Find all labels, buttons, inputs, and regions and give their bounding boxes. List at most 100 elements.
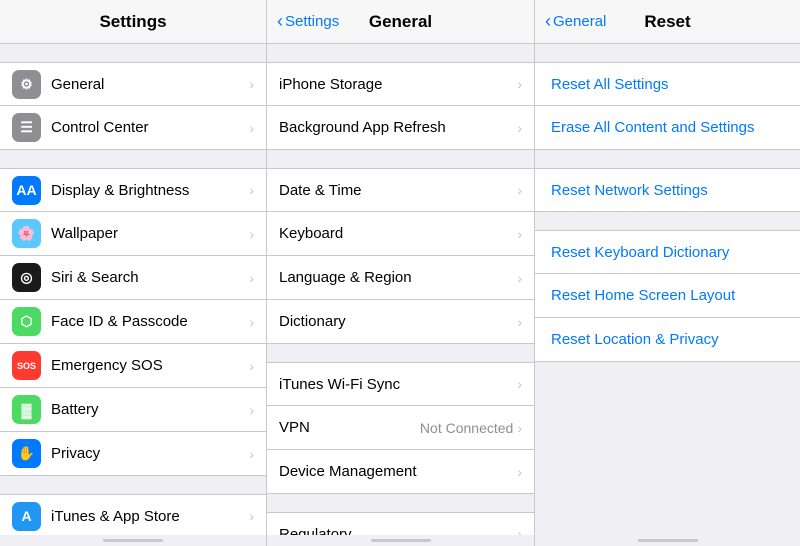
item-label: Device Management xyxy=(279,463,517,480)
chevron-right-icon: › xyxy=(249,446,254,462)
reset-panel: ‹ General Reset Reset All Settings Erase … xyxy=(535,0,800,546)
settings-panel: Settings ⚙General›☰Control Center›AADisp… xyxy=(0,0,267,546)
reset-item-reset-all-settings[interactable]: Reset All Settings xyxy=(535,62,800,106)
reset-list: Reset All Settings Erase All Content and … xyxy=(535,44,800,535)
chevron-right-icon: › xyxy=(249,182,254,198)
settings-header: Settings xyxy=(0,0,266,44)
reset-item-label: Reset Network Settings xyxy=(551,182,708,199)
chevron-right-icon: › xyxy=(517,120,522,136)
general-item-keyboard[interactable]: Keyboard› xyxy=(267,212,534,256)
item-label: Keyboard xyxy=(279,225,517,242)
chevron-right-icon: › xyxy=(249,358,254,374)
sidebar-item-wallpaper[interactable]: 🌸Wallpaper› xyxy=(0,212,266,256)
sidebar-item-control-center[interactable]: ☰Control Center› xyxy=(0,106,266,150)
chevron-right-icon: › xyxy=(249,76,254,92)
chevron-right-icon: › xyxy=(517,376,522,392)
general-item-vpn[interactable]: VPNNot Connected› xyxy=(267,406,534,450)
general-item-regulatory[interactable]: Regulatory› xyxy=(267,512,534,535)
reset-item-label: Reset All Settings xyxy=(551,76,669,93)
reset-item-reset-home-screen-layout[interactable]: Reset Home Screen Layout xyxy=(535,274,800,318)
chevron-right-icon: › xyxy=(249,120,254,136)
general-title: General xyxy=(369,12,432,32)
itunes-appstore-label: iTunes & App Store xyxy=(51,508,249,525)
reset-item-label: Reset Location & Privacy xyxy=(551,331,719,348)
emergency-sos-label: Emergency SOS xyxy=(51,357,249,374)
item-label: iTunes Wi-Fi Sync xyxy=(279,376,517,393)
general-back[interactable]: ‹ Settings xyxy=(277,11,339,32)
item-value: Not Connected xyxy=(420,420,513,436)
siri-search-label: Siri & Search xyxy=(51,269,249,286)
sidebar-item-battery[interactable]: ▓ Battery› xyxy=(0,388,266,432)
emergency-sos-icon: SOS xyxy=(12,351,41,380)
item-label: Regulatory xyxy=(279,526,517,536)
chevron-right-icon: › xyxy=(249,314,254,330)
privacy-icon: ✋ xyxy=(12,439,41,468)
chevron-right-icon: › xyxy=(517,270,522,286)
item-label: Background App Refresh xyxy=(279,119,517,136)
sidebar-item-itunes-appstore[interactable]: AiTunes & App Store› xyxy=(0,494,266,535)
sidebar-item-privacy[interactable]: ✋ Privacy› xyxy=(0,432,266,476)
siri-search-icon: ◎ xyxy=(12,263,41,292)
item-label: iPhone Storage xyxy=(279,76,517,93)
settings-title: Settings xyxy=(99,12,166,32)
general-list: iPhone Storage›Background App Refresh›Da… xyxy=(267,44,534,535)
general-back-label: Settings xyxy=(285,13,339,30)
general-header: ‹ Settings General xyxy=(267,0,534,44)
reset-item-reset-keyboard-dictionary[interactable]: Reset Keyboard Dictionary xyxy=(535,230,800,274)
item-label: VPN xyxy=(279,419,420,436)
settings-list: ⚙General›☰Control Center›AADisplay & Bri… xyxy=(0,44,266,535)
chevron-right-icon: › xyxy=(249,508,254,524)
item-label: Date & Time xyxy=(279,182,517,199)
face-id-label: Face ID & Passcode xyxy=(51,313,249,330)
reset-item-reset-network-settings[interactable]: Reset Network Settings xyxy=(535,168,800,212)
reset-title: Reset xyxy=(644,12,690,32)
reset-header: ‹ General Reset xyxy=(535,0,800,44)
general-item-background-app-refresh[interactable]: Background App Refresh› xyxy=(267,106,534,150)
chevron-right-icon: › xyxy=(517,182,522,198)
wallpaper-label: Wallpaper xyxy=(51,225,249,242)
display-brightness-label: Display & Brightness xyxy=(51,182,249,199)
chevron-right-icon: › xyxy=(249,402,254,418)
scroll-indicator-right xyxy=(638,539,698,542)
scroll-indicator-mid xyxy=(371,539,431,542)
privacy-label: Privacy xyxy=(51,445,249,462)
sidebar-item-emergency-sos[interactable]: SOS Emergency SOS› xyxy=(0,344,266,388)
battery-label: Battery xyxy=(51,401,249,418)
chevron-right-icon: › xyxy=(517,76,522,92)
general-item-itunes-wi-fi-sync[interactable]: iTunes Wi-Fi Sync› xyxy=(267,362,534,406)
general-item-dictionary[interactable]: Dictionary› xyxy=(267,300,534,344)
back-chevron-icon: ‹ xyxy=(277,11,283,32)
wallpaper-icon: 🌸 xyxy=(12,219,41,248)
general-item-iphone-storage[interactable]: iPhone Storage› xyxy=(267,62,534,106)
battery-icon: ▓ xyxy=(12,395,41,424)
reset-item-erase-all-content-and-settings[interactable]: Erase All Content and Settings xyxy=(535,106,800,150)
reset-item-label: Erase All Content and Settings xyxy=(551,119,754,136)
item-label: Dictionary xyxy=(279,313,517,330)
itunes-appstore-icon: A xyxy=(12,502,41,531)
general-panel: ‹ Settings General iPhone Storage›Backgr… xyxy=(267,0,535,546)
chevron-right-icon: › xyxy=(517,464,522,480)
sidebar-item-siri-search[interactable]: ◎ Siri & Search› xyxy=(0,256,266,300)
chevron-right-icon: › xyxy=(249,270,254,286)
general-item-date-&-time[interactable]: Date & Time› xyxy=(267,168,534,212)
face-id-icon: ⬡ xyxy=(12,307,41,336)
reset-back[interactable]: ‹ General xyxy=(545,11,606,32)
chevron-right-icon: › xyxy=(517,226,522,242)
general-label: General xyxy=(51,76,249,93)
sidebar-item-face-id[interactable]: ⬡ Face ID & Passcode› xyxy=(0,300,266,344)
general-item-device-management[interactable]: Device Management› xyxy=(267,450,534,494)
back-chevron-icon-right: ‹ xyxy=(545,11,551,32)
sidebar-item-general[interactable]: ⚙ General› xyxy=(0,62,266,106)
reset-item-label: Reset Keyboard Dictionary xyxy=(551,244,729,261)
chevron-right-icon: › xyxy=(517,314,522,330)
reset-item-label: Reset Home Screen Layout xyxy=(551,287,735,304)
general-item-language-&-region[interactable]: Language & Region› xyxy=(267,256,534,300)
scroll-indicator xyxy=(103,539,163,542)
chevron-right-icon: › xyxy=(517,526,522,535)
general-icon: ⚙ xyxy=(12,70,41,99)
reset-item-reset-location-&-privacy[interactable]: Reset Location & Privacy xyxy=(535,318,800,362)
reset-back-label: General xyxy=(553,13,606,30)
item-label: Language & Region xyxy=(279,269,517,286)
control-center-icon: ☰ xyxy=(12,113,41,142)
sidebar-item-display-brightness[interactable]: AADisplay & Brightness› xyxy=(0,168,266,212)
